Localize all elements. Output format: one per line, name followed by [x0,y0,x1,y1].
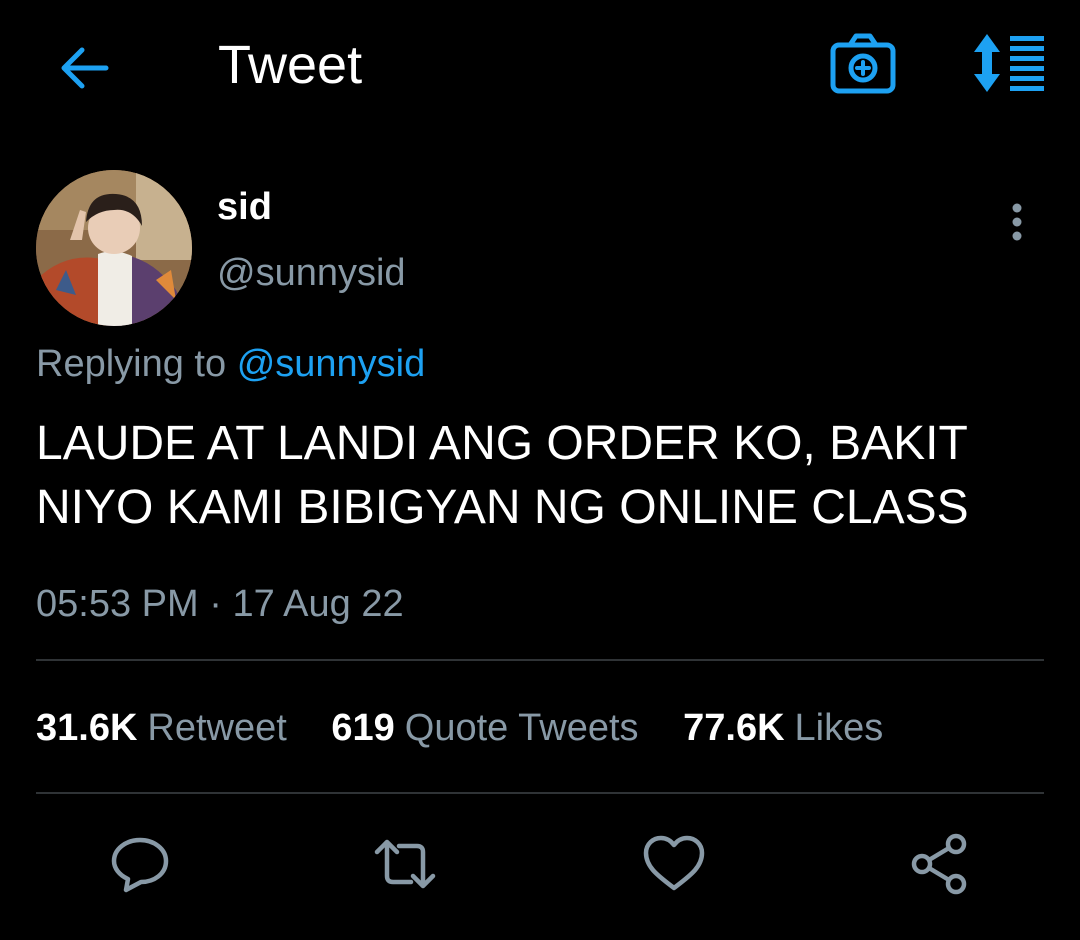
avatar[interactable] [36,170,192,326]
reply-button[interactable] [108,832,172,896]
tweet-time: 05:53 PM [36,583,199,625]
retweet-icon [374,839,436,889]
retweet-button[interactable] [373,832,437,896]
replying-handle-link[interactable]: @sunnysid [237,343,426,385]
quote-count: 619 [331,707,395,749]
divider [36,792,1044,794]
share-button[interactable] [908,832,972,896]
like-button[interactable] [642,832,706,896]
tweet-timestamp: 05:53 PM · 17 Aug 22 [36,580,404,628]
retweet-stat[interactable]: 31.6K Retweet [36,704,287,752]
display-name[interactable]: sid [217,184,272,230]
quote-tweets-stat[interactable]: 619 Quote Tweets [331,704,638,752]
retweet-label: Retweet [147,707,287,749]
camera-add-icon [830,33,896,94]
sort-list-icon [974,34,1044,92]
likes-count: 77.6K [683,707,785,749]
likes-label: Likes [794,707,884,749]
divider [36,659,1044,661]
replying-to: Replying to @sunnysid [36,340,425,388]
more-options-button[interactable] [996,200,1038,244]
likes-stat[interactable]: 77.6K Likes [683,704,883,752]
tweet-stats: 31.6K Retweet 619 Quote Tweets 77.6K Likes [36,704,917,752]
retweet-count: 31.6K [36,707,138,749]
tweet-text: LAUDE AT LANDI ANG ORDER KO, BAKIT NIYO … [36,417,969,534]
user-handle[interactable]: @sunnysid [217,250,406,296]
page-title: Tweet [218,35,363,95]
avatar-photo [36,170,192,326]
reply-icon [111,837,169,893]
quote-label: Quote Tweets [404,707,639,749]
back-button[interactable] [54,38,114,98]
like-icon [643,835,705,891]
replying-prefix: Replying to [36,343,227,385]
sort-button[interactable] [966,32,1050,94]
arrow-left-icon [61,47,109,89]
share-icon [911,833,967,895]
tweet-date: 17 Aug 22 [232,583,404,625]
camera-button[interactable] [830,33,898,95]
timestamp-separator: · [209,583,222,625]
more-vertical-icon [1012,203,1022,241]
